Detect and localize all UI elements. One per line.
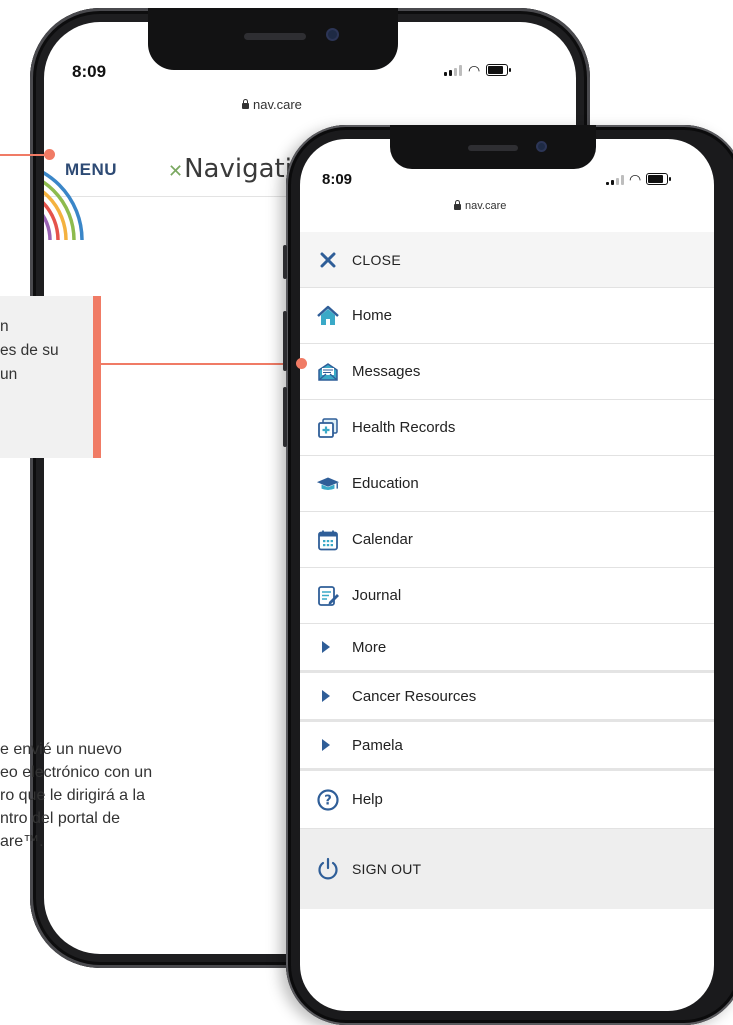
note-line: are™.: [0, 833, 44, 850]
speaker-grille: [468, 145, 518, 151]
menu-item-cancer-resources[interactable]: Cancer Resources: [300, 673, 714, 722]
logo-mark-icon: ✕: [168, 161, 184, 182]
menu-item-education[interactable]: Education: [300, 456, 714, 512]
note-line: e envié un nuevo: [0, 741, 122, 758]
menu-item-label: More: [352, 638, 387, 656]
status-icons: ◠: [606, 170, 672, 187]
menu-item-help[interactable]: ? Help: [300, 771, 714, 829]
volume-up-button: [283, 311, 287, 371]
power-icon: [316, 857, 340, 881]
close-label: CLOSE: [352, 251, 401, 268]
close-icon: [316, 248, 340, 272]
menu-item-label: Education: [352, 475, 419, 492]
help-icon: ?: [316, 788, 340, 812]
menu-item-label: Home: [352, 307, 393, 324]
front-phone-frame: CLOSE Home Messages Health Records Educa…: [283, 125, 733, 1025]
wifi-icon: ◠: [468, 61, 481, 78]
svg-text:?: ?: [324, 793, 332, 808]
health-records-icon: [316, 416, 340, 440]
signal-icon: [444, 64, 462, 76]
menu-item-label: Journal: [352, 587, 402, 604]
home-icon: [316, 304, 340, 328]
note-line: eo electrónico con un: [0, 764, 153, 781]
menu-item-journal[interactable]: Journal: [300, 568, 714, 624]
front-camera: [326, 28, 339, 41]
close-menu-button[interactable]: CLOSE: [300, 232, 714, 288]
note-line: ntro del portal de: [0, 810, 121, 827]
menu-item-label: Messages: [352, 363, 421, 380]
bottom-callout-text: e envié un nuevo eo electrónico con un r…: [0, 738, 272, 853]
callout-line: n: [0, 318, 9, 335]
nav-menu: CLOSE Home Messages Health Records Educa…: [300, 232, 714, 909]
front-phone-notch: [390, 125, 596, 169]
address-bar[interactable]: nav.care: [242, 97, 302, 112]
caret-right-icon: [322, 690, 330, 702]
menu-item-label: Health Records: [352, 419, 456, 436]
menu-callout-line: [0, 154, 50, 156]
envelope-icon: [316, 360, 340, 384]
back-phone-notch: [148, 8, 398, 70]
battery-icon: [486, 64, 512, 76]
wifi-icon: ◠: [629, 170, 642, 187]
front-camera: [536, 141, 547, 152]
url-text: nav.care: [465, 200, 507, 212]
status-icons: ◠: [444, 61, 512, 78]
logo-text: Navigati: [184, 154, 292, 184]
menu-item-calendar[interactable]: Calendar: [300, 512, 714, 568]
menu-item-label: Help: [352, 791, 383, 808]
menu-item-pamela[interactable]: Pamela: [300, 722, 714, 771]
calendar-icon: [316, 528, 340, 552]
sign-out-button[interactable]: SIGN OUT: [300, 829, 714, 909]
speaker-grille: [244, 33, 306, 40]
signal-icon: [606, 174, 624, 185]
status-time: 8:09: [322, 171, 353, 188]
menu-callout-dot: [44, 149, 55, 160]
menu-item-messages[interactable]: Messages: [300, 344, 714, 400]
battery-icon: [646, 173, 672, 185]
menu-item-label: Cancer Resources: [352, 687, 477, 705]
callout-line: un: [0, 366, 18, 383]
volume-down-button: [283, 387, 287, 447]
url-text: nav.care: [253, 97, 302, 112]
sign-out-label: SIGN OUT: [352, 861, 422, 877]
side-callout-text: n es de su un: [0, 315, 98, 387]
status-time: 8:09: [72, 62, 107, 81]
graduation-cap-icon: [316, 472, 340, 496]
lock-icon: [454, 200, 461, 210]
address-bar[interactable]: nav.care: [454, 200, 506, 212]
menu-item-home[interactable]: Home: [300, 288, 714, 344]
menu-item-more[interactable]: More: [300, 624, 714, 673]
menu-item-label: Pamela: [352, 736, 403, 754]
journal-icon: [316, 584, 340, 608]
menu-item-label: Calendar: [352, 531, 413, 548]
note-line: ro que le dirigirá a la: [0, 787, 145, 804]
menu-item-health-records[interactable]: Health Records: [300, 400, 714, 456]
messages-callout-dot: [296, 358, 307, 369]
silent-switch: [283, 245, 287, 279]
callout-line: es de su: [0, 342, 59, 359]
caret-right-icon: [322, 739, 330, 751]
lock-icon: [242, 98, 249, 109]
site-logo[interactable]: ✕Navigati: [168, 154, 292, 184]
messages-callout-line: [101, 363, 301, 365]
front-phone-screen: CLOSE Home Messages Health Records Educa…: [300, 139, 714, 1011]
caret-right-icon: [322, 641, 330, 653]
